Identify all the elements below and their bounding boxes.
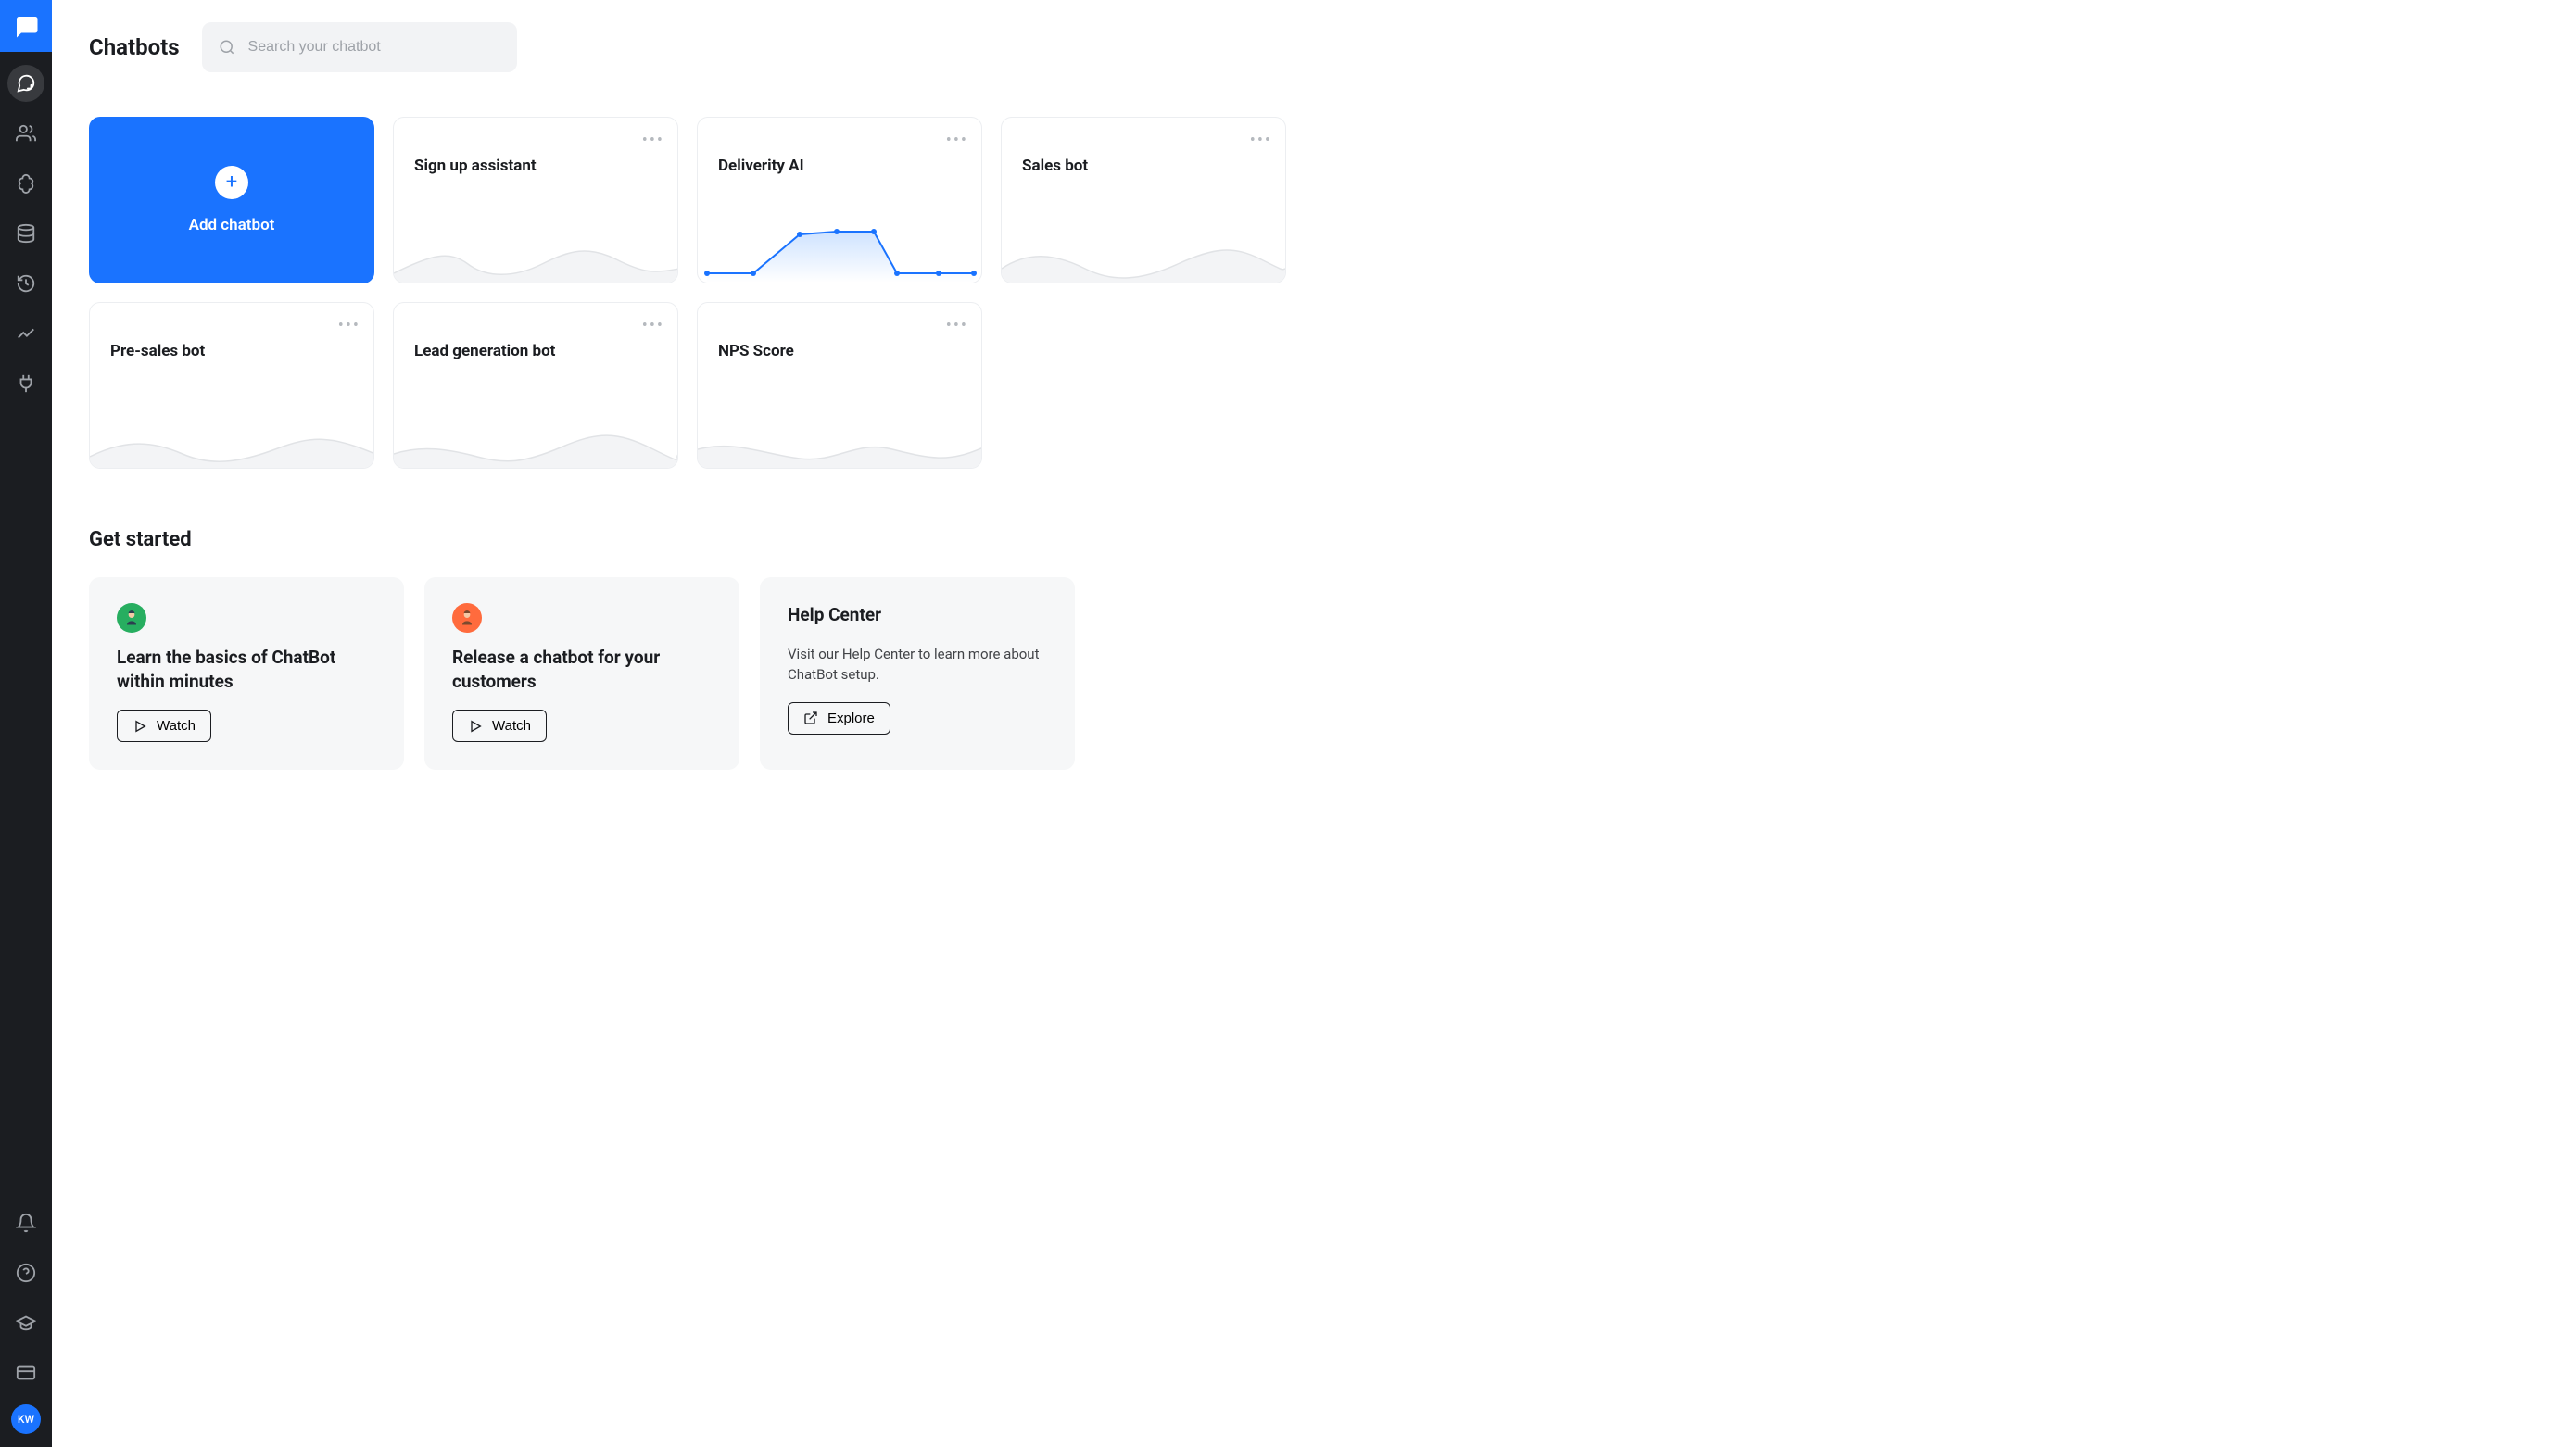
add-chatbot-label: Add chatbot (189, 216, 275, 234)
search-input[interactable] (248, 39, 500, 56)
nav-users-icon[interactable] (7, 115, 44, 152)
card-menu-icon[interactable]: ••• (338, 318, 360, 334)
page-title: Chatbots (89, 34, 180, 60)
chatbot-card[interactable]: ••• NPS Score (697, 302, 982, 469)
nav-bell-icon[interactable] (7, 1204, 44, 1241)
nav-billing-icon[interactable] (7, 1354, 44, 1391)
chatbot-name: Sales bot (1022, 157, 1088, 175)
get-started-card: Release a chatbot for your customers Wat… (424, 577, 739, 770)
sparkline (394, 403, 678, 468)
sidebar: KW (0, 0, 52, 1447)
main-content: Chatbots + Add chatbot ••• Sign up assis… (52, 0, 2576, 1447)
nav-database-icon[interactable] (7, 215, 44, 252)
plus-icon: + (215, 166, 248, 199)
sparkline (394, 218, 678, 283)
sparkline (698, 218, 982, 283)
chatbot-name: Deliverity AI (718, 157, 804, 175)
button-label: Watch (492, 718, 531, 734)
search-box[interactable] (202, 22, 517, 72)
nav-help-icon[interactable] (7, 1254, 44, 1291)
watch-button[interactable]: Watch (452, 710, 547, 742)
play-icon (468, 719, 483, 734)
chatbot-name: Pre-sales bot (110, 342, 205, 360)
card-menu-icon[interactable]: ••• (946, 318, 968, 334)
get-started-title: Get started (89, 528, 2539, 551)
sparkline (90, 403, 374, 468)
sparkline (698, 403, 982, 468)
get-started-card: Learn the basics of ChatBot within minut… (89, 577, 404, 770)
gs-card-title: Release a chatbot for your customers (452, 646, 712, 693)
card-menu-icon[interactable]: ••• (946, 132, 968, 149)
chatbot-name: Lead generation bot (414, 342, 555, 360)
chatbot-card[interactable]: ••• Sign up assistant (393, 117, 678, 283)
chatbot-card[interactable]: ••• Deliverity AI (697, 117, 982, 283)
chatbot-card[interactable]: ••• Sales bot (1001, 117, 1286, 283)
card-menu-icon[interactable]: ••• (642, 318, 664, 334)
sparkline (1002, 218, 1286, 283)
button-label: Watch (157, 718, 196, 734)
logo[interactable] (0, 0, 52, 52)
external-link-icon (803, 711, 818, 725)
search-icon (219, 38, 235, 57)
chatbot-card[interactable]: ••• Pre-sales bot (89, 302, 374, 469)
card-menu-icon[interactable]: ••• (642, 132, 664, 149)
header: Chatbots (89, 22, 2539, 72)
nav-brain-icon[interactable] (7, 165, 44, 202)
chatbots-grid: + Add chatbot ••• Sign up assistant ••• … (89, 117, 2539, 469)
explore-button[interactable]: Explore (788, 702, 890, 735)
nav-plug-icon[interactable] (7, 365, 44, 402)
gs-card-title: Help Center (788, 603, 1047, 627)
add-chatbot-card[interactable]: + Add chatbot (89, 117, 374, 283)
nav-analytics-icon[interactable] (7, 315, 44, 352)
gs-card-desc: Visit our Help Center to learn more abou… (788, 644, 1047, 686)
button-label: Explore (827, 711, 875, 726)
get-started-grid: Learn the basics of ChatBot within minut… (89, 577, 2539, 770)
chatbot-name: Sign up assistant (414, 157, 537, 175)
chatbot-name: NPS Score (718, 342, 794, 360)
presenter-avatar (117, 603, 146, 633)
nav-history-icon[interactable] (7, 265, 44, 302)
watch-button[interactable]: Watch (117, 710, 211, 742)
nav-chat-icon[interactable] (7, 65, 44, 102)
card-menu-icon[interactable]: ••• (1250, 132, 1272, 149)
get-started-card: Help Center Visit our Help Center to lea… (760, 577, 1075, 770)
play-icon (133, 719, 147, 734)
user-avatar[interactable]: KW (11, 1404, 41, 1434)
chatbot-card[interactable]: ••• Lead generation bot (393, 302, 678, 469)
presenter-avatar (452, 603, 482, 633)
nav-education-icon[interactable] (7, 1304, 44, 1341)
gs-card-title: Learn the basics of ChatBot within minut… (117, 646, 376, 693)
